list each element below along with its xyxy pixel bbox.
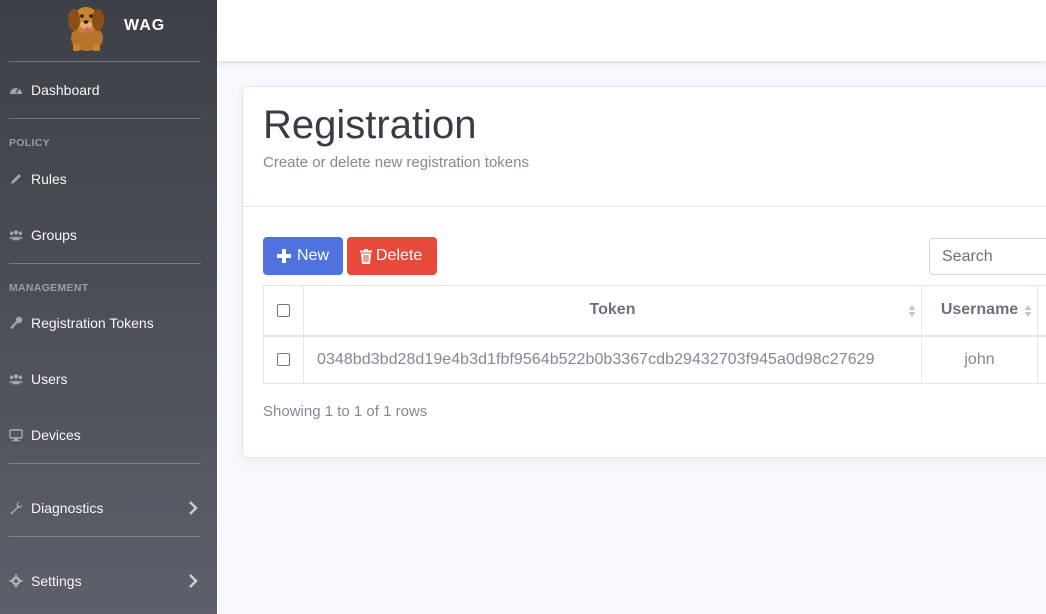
table-row[interactable]: 0348bd3bd28d19e4b3d1fbf9564b522b0b3367cd… [263,335,1046,384]
column-header-label: Token [589,301,636,319]
column-header-username[interactable]: Username [921,285,1038,337]
select-all-cell [263,285,304,337]
pencil-icon [9,172,23,186]
sidebar-item-label: Rules [31,171,67,187]
trash-icon [360,248,372,264]
gear-icon [9,574,23,588]
sidebar-item-groups[interactable]: Groups [0,220,217,250]
sidebar-item-label: Dashboard [31,82,100,98]
new-button[interactable]: New [263,237,343,275]
token-cell: 0348bd3bd28d19e4b3d1fbf9564b522b0b3367cd… [303,335,922,384]
sort-icon [1024,305,1032,317]
select-all-checkbox[interactable] [277,303,290,317]
sidebar-divider [9,118,201,119]
pagination-info: Showing 1 to 1 of 1 rows [263,403,428,420]
chevron-right-icon [189,574,198,588]
new-button-label: New [297,247,330,264]
sidebar-heading-management: MANAGEMENT [9,282,89,294]
tachometer-icon [9,83,23,97]
sidebar-divider [9,263,201,264]
column-header-more [1037,285,1046,337]
plus-icon [276,248,292,264]
users-icon [9,372,23,386]
delete-button[interactable]: Delete [347,237,437,275]
sidebar-item-label: Groups [31,227,77,243]
sidebar-item-dashboard[interactable]: Dashboard [0,75,217,105]
more-cell [1037,335,1046,384]
sidebar-item-label: Settings [31,573,82,589]
brand-name: WAG [124,17,166,34]
page-subtitle: Create or delete new registration tokens [263,154,529,171]
sidebar-item-label: Diagnostics [31,500,104,516]
users-icon [9,228,23,242]
sidebar-item-settings[interactable]: Settings [0,566,217,596]
sidebar-item-rules[interactable]: Rules [0,164,217,194]
search-input[interactable] [929,238,1046,275]
sidebar-item-label: Registration Tokens [31,315,154,331]
sidebar-divider [9,536,201,537]
card-header: Registration Create or delete new regist… [243,87,1046,207]
column-header-token[interactable]: Token [303,285,922,337]
sort-icon [908,305,916,317]
table-header-row: Token Username [263,285,1046,337]
brand[interactable]: WAG [0,0,217,52]
sidebar-divider [9,463,201,464]
dog-logo-icon [68,7,104,51]
sidebar-item-label: Users [31,371,68,387]
sidebar-item-label: Devices [31,427,81,443]
registration-card: Registration Create or delete new regist… [242,86,1046,458]
desktop-icon [9,428,23,442]
key-icon [9,316,23,330]
wrench-icon [9,501,23,515]
sidebar-item-diagnostics[interactable]: Diagnostics [0,493,217,523]
tokens-table: Token Username 0348bd3bd28d19e4b3d1fbf95… [263,285,1046,384]
column-header-label: Username [940,301,1019,319]
delete-button-label: Delete [376,247,423,264]
sidebar-item-devices[interactable]: Devices [0,420,217,450]
page-title: Registration [263,103,477,147]
topbar [217,0,1046,61]
sidebar-item-users[interactable]: Users [0,364,217,394]
sidebar: WAG Dashboard POLICY Rules Groups MANAGE… [0,0,217,614]
sidebar-divider [9,61,201,62]
sidebar-item-registration-tokens[interactable]: Registration Tokens [0,308,217,338]
sidebar-heading-policy: POLICY [9,137,50,149]
row-select-cell [263,335,304,384]
username-cell: john [921,335,1038,384]
chevron-right-icon [189,501,198,515]
row-checkbox[interactable] [277,353,290,367]
